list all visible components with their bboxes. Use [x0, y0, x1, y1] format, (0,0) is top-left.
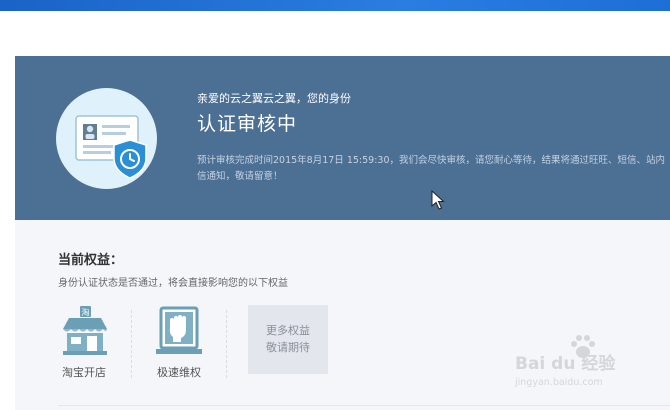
- greeting-text: 亲爱的云之翼云之翼，您的身份: [197, 92, 351, 105]
- top-navigation-bar: [0, 0, 670, 11]
- benefit-divider: [226, 310, 227, 378]
- more-benefits-line2: 敬请期待: [266, 341, 310, 354]
- benefits-title: 当前权益：: [58, 253, 124, 268]
- review-notice: 预计审核完成时间2015年8月17日 15:59:30，我们会尽快审核，请您耐心…: [197, 155, 665, 182]
- verification-status-banner: 亲爱的云之翼云之翼，您的身份 认证审核中 预计审核完成时间2015年8月17日 …: [15, 56, 670, 220]
- store-icon-char: 淘: [82, 307, 90, 317]
- more-benefits-line1: 更多权益: [266, 324, 310, 337]
- baidu-jingyan-watermark: Bai du 经验 jingyan.baidu.com: [510, 335, 650, 397]
- taobao-store-icon: 淘: [63, 306, 107, 355]
- watermark-main-text: Bai du 经验: [515, 354, 616, 374]
- benefits-description: 身份认证状态是否通过，将会直接影响您的以下权益: [58, 278, 288, 289]
- more-benefits-placeholder: 更多权益 敬请期待: [248, 305, 328, 374]
- benefit-divider: [131, 310, 132, 378]
- section-divider: [58, 405, 670, 406]
- benefit-label: 极速维权: [157, 366, 201, 379]
- status-title: 认证审核中: [197, 113, 298, 135]
- id-card-shield-clock-icon: [56, 88, 157, 189]
- benefit-label: 淘宝开店: [62, 366, 106, 379]
- fist-rights-icon: [156, 306, 202, 354]
- benefit-fast-rights[interactable]: 极速维权: [144, 305, 214, 380]
- benefit-taobao-store[interactable]: 淘 淘宝开店: [49, 305, 119, 380]
- watermark-url: jingyan.baidu.com: [515, 377, 603, 388]
- mouse-cursor-icon: [431, 189, 445, 214]
